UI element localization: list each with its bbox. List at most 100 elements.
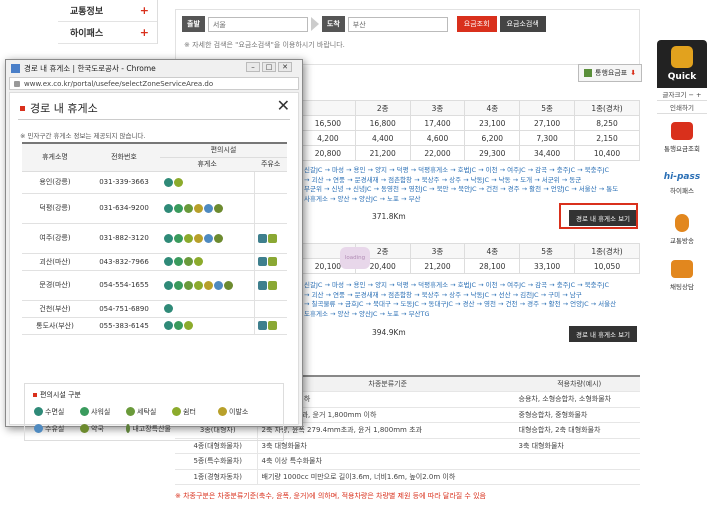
legend-item: 수면실	[33, 406, 79, 417]
rest-area-phone: 054-554-1655	[88, 270, 160, 301]
table-row: 여주(강릉) 031-882-3120	[22, 223, 287, 254]
table-row: 괴산(마산) 043-832-7966	[22, 253, 287, 271]
rest-facility-icons	[160, 317, 255, 335]
table-row: 통도사(부산) 055-383-6145	[22, 317, 287, 335]
microphone-icon	[675, 213, 689, 232]
col-facility-header: 편의시설	[160, 142, 287, 158]
cafe-icon	[163, 280, 173, 290]
rest-area-phone: 031-634-9200	[88, 193, 160, 224]
cafe-icon	[163, 233, 173, 243]
barber-icon	[193, 203, 203, 213]
quick-item-hipass[interactable]: hi-pass 하이패스	[657, 160, 707, 206]
col-name-header: 휴게소명	[22, 142, 88, 172]
font-size-control[interactable]: 글자크기 − +	[657, 88, 707, 101]
legend-item: 약국	[79, 423, 125, 434]
rest-area-name: 문경(마산)	[22, 270, 88, 301]
table-row: 16,500 16,800 17,400 23,100 27,100 8,250	[300, 115, 641, 131]
quick-logo-icon	[671, 46, 693, 68]
gas-icon	[258, 321, 268, 330]
url-text: www.ex.co.kr/portal/usefee/selectZoneSer…	[24, 79, 214, 88]
legend-item: 샤워실	[79, 406, 125, 417]
rest-facility-icons	[160, 193, 255, 224]
chat-icon	[671, 259, 693, 278]
print-button[interactable]: 인쇄하기	[657, 101, 707, 114]
legend-item: 수유실	[33, 423, 79, 434]
gas-icon	[258, 280, 268, 290]
legend-item: 이발소	[217, 406, 263, 417]
rest-area-name: 덕평(강릉)	[22, 193, 88, 224]
maximize-button[interactable]: □	[262, 62, 276, 72]
nurse-icon	[173, 203, 183, 213]
table-row: 20,800 21,200 22,000 29,300 34,400 10,400	[300, 145, 641, 161]
legend-title: 편의시설 구분	[33, 390, 81, 400]
close-icon[interactable]: ✕	[277, 96, 290, 115]
fare-header: 4종	[464, 100, 521, 116]
rest-facility-icons	[160, 223, 255, 254]
highlight-box	[559, 203, 638, 229]
rest-area-button-2[interactable]: 경로 내 휴게소 보기	[569, 326, 638, 342]
col-gas-header: 주유소	[254, 157, 287, 172]
table-row: 4,200 4,400 4,600 6,200 7,300 2,150	[300, 130, 641, 146]
fare-search-button[interactable]: 요금조회	[456, 16, 497, 32]
barber-icon	[193, 233, 203, 243]
left-menu: 교통정보 + 하이패스 +	[58, 0, 158, 44]
quick-item-broadcast[interactable]: 교통방송	[657, 206, 707, 252]
destination-input[interactable]: 부산	[347, 16, 448, 32]
origin-label: 출발	[182, 16, 205, 32]
laundry-icon	[183, 203, 193, 213]
quick-item-chat[interactable]: 채팅상담	[657, 252, 707, 298]
pharm-icon	[223, 280, 233, 290]
legend-item: 쉼터	[171, 406, 217, 417]
shelter-icon	[183, 233, 193, 243]
gas-facility-icons	[253, 317, 287, 335]
rest-area-phone: 043-832-7966	[88, 253, 160, 271]
rest-facility-icons	[160, 253, 255, 271]
route-1-distance: 371.8Km	[372, 212, 406, 221]
plus-icon: +	[139, 4, 149, 17]
farm-icon	[125, 424, 130, 433]
gas-facility-icons	[253, 300, 287, 318]
cafe-icon	[163, 177, 173, 187]
col-rest-header: 휴게소	[160, 157, 255, 172]
arrow-right-icon	[310, 17, 319, 31]
route-search-box: 출발 서울 도착 부산 요금조회 요금소검색 ※ 자세한 검색은 "요금소검색"…	[175, 9, 640, 65]
quick-menu: Quick 글자크기 − + 인쇄하기 통행요금조회 hi-pass 하이패스 …	[657, 40, 707, 298]
loading-indicator: loading	[340, 247, 370, 269]
nurse-icon	[173, 280, 183, 290]
route-2-distance: 394.9Km	[372, 328, 406, 337]
origin-input[interactable]: 서울	[207, 16, 308, 32]
toll-table-button[interactable]: 통행요금표 ⬇	[578, 64, 643, 82]
window-title: 경로 내 휴게소 | 한국도로공사 - Chrome	[24, 64, 156, 73]
pray-icon	[213, 280, 223, 290]
rest-facility-icons	[160, 300, 255, 318]
table-row: 건천(부산) 054-751-6890	[22, 300, 287, 318]
cafe-icon	[163, 304, 173, 313]
footnote: ※ 차종구분은 차종분류기준(축수, 윤폭, 윤거)에 의하며, 적용차량은 차…	[175, 492, 486, 500]
barber-icon	[217, 407, 227, 416]
quick-header: Quick	[657, 40, 707, 88]
shelter-icon	[193, 257, 203, 266]
laundry-icon	[125, 407, 135, 416]
rest-facility-icons	[160, 171, 255, 194]
cafe-icon	[163, 257, 173, 266]
table-row: 덕평(강릉) 031-634-9200	[22, 193, 287, 224]
menu-item-traffic[interactable]: 교통정보 +	[58, 0, 157, 22]
window-close-button[interactable]: ✕	[278, 62, 292, 72]
tollgate-search-button[interactable]: 요금소검색	[499, 16, 546, 32]
search-note: ※ 자세한 검색은 "요금소검색"을 이용하시기 바랍니다.	[184, 41, 345, 49]
table-row: 5종(특수화물차) 4축 이상 특수화물차	[175, 453, 640, 470]
pray-icon	[203, 233, 213, 243]
menu-item-label: 교통정보	[70, 7, 104, 17]
quick-item-fare[interactable]: 통행요금조회	[657, 114, 707, 160]
popup-content: 경로 내 휴게소 ✕ ※ 민자구간 휴게소 정보는 제공되지 않습니다. 휴게소…	[9, 92, 299, 441]
conv-icon	[268, 280, 278, 290]
address-bar[interactable]: www.ex.co.kr/portal/usefee/selectZoneSer…	[9, 77, 299, 90]
divider	[18, 119, 290, 120]
window-titlebar[interactable]: 경로 내 휴게소 | 한국도로공사 - Chrome – □ ✕	[6, 60, 302, 77]
pharm-icon	[213, 233, 223, 243]
minimize-button[interactable]: –	[246, 62, 260, 72]
rest-area-phone: 031-882-3120	[88, 223, 160, 254]
menu-item-label: 하이패스	[70, 29, 104, 39]
cafe-icon	[33, 407, 43, 416]
menu-item-hipass[interactable]: 하이패스 +	[58, 22, 157, 44]
